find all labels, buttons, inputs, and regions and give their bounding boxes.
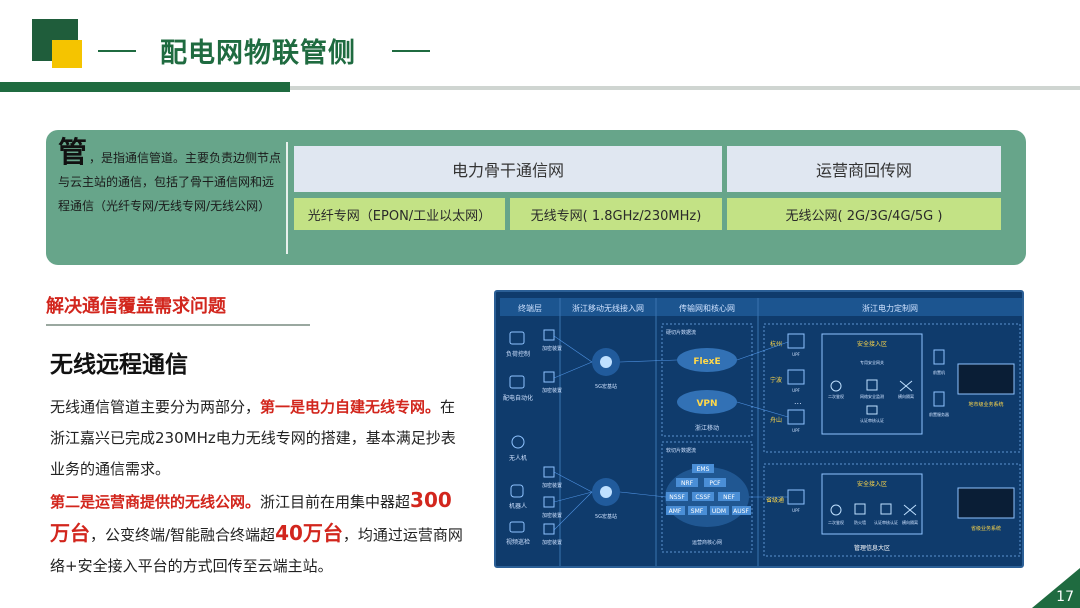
encryption-device: 加密装置: [542, 329, 562, 352]
svg-text:横向隔离: 横向隔离: [898, 393, 914, 399]
biz-system-1: 地市级业务系统: [968, 401, 1003, 408]
secure-zone-label-2: 安全接入区: [857, 480, 887, 488]
base-station-label: 5G宏基站: [595, 513, 617, 520]
diagram-col-core: 传输网和核心网: [679, 303, 735, 313]
p1-text-a: 无线通信管道主要分为两部分，: [50, 398, 261, 416]
vpn-label: VPN: [696, 399, 717, 409]
terminal-label: 机器人: [509, 502, 527, 510]
header-backbone-network: 电力骨干通信网: [294, 146, 722, 192]
p2-text-b: ，公变终端/智能融合终端超: [90, 526, 276, 544]
svg-text:横向隔离: 横向隔离: [902, 519, 918, 525]
svg-text:加密装置: 加密装置: [542, 539, 562, 546]
base-station-icon: 5G宏基站: [592, 348, 620, 390]
svg-text:加密装置: 加密装置: [542, 387, 562, 394]
zj-mobile-label: 浙江移动: [695, 424, 719, 432]
terminal-label: 配电自动化: [503, 394, 533, 402]
header-bar-green: [0, 82, 290, 92]
p2-number-2: 40万台: [275, 521, 343, 545]
terminal-video-inspection: 视频巡检: [506, 521, 530, 546]
nf-udm: UDM: [712, 508, 726, 515]
provincial-business-system-screen: [957, 487, 1015, 519]
pipe-description-text: ，是指通信管道。主要负责边侧节点与云主站的通信，包括了骨干通信网和远程通信（光纤…: [58, 151, 282, 213]
upf-label: UPF: [792, 352, 800, 357]
pipe-description: 管，是指通信管道。主要负责边侧节点与云主站的通信，包括了骨干通信网和远程通信（光…: [58, 138, 283, 218]
svg-text:加密装置: 加密装置: [542, 482, 562, 489]
city-ellipsis: ...: [794, 397, 802, 406]
terminal-robot: 机器人: [509, 484, 527, 510]
svg-text:认证审核认证: 认证审核认证: [860, 417, 884, 423]
diagram-col-terminal: 终端层: [518, 303, 542, 313]
nf-ems: EMS: [697, 466, 710, 473]
terminal-label: 负荷控制: [506, 350, 530, 358]
nf-cssf: CSSF: [695, 494, 711, 501]
page-number: 17: [1056, 589, 1074, 605]
section-body: 无线通信管道主要分为两部分，第一是电力自建无线专网。在浙江嘉兴已完成230MHz…: [50, 392, 470, 582]
nf-smf: SMF: [691, 508, 704, 515]
svg-text:防火墙: 防火墙: [854, 519, 866, 525]
core-caption: 运营商核心网: [692, 539, 722, 546]
nf-nssf: NSSF: [669, 494, 685, 501]
city-business-system-screen: [957, 363, 1015, 395]
network-architecture-diagram: 终端层 浙江移动无线接入网 传输网和核心网 浙江电力定制网 负荷控制 配电自动化…: [494, 290, 1024, 568]
base-station-label: 5G宏基站: [595, 383, 617, 390]
section-underline: [46, 324, 310, 326]
panel-divider: [286, 142, 288, 254]
encryption-device: 加密装置: [542, 371, 562, 394]
header-operator-backhaul: 运营商回传网: [727, 146, 1001, 192]
city-hangzhou: 杭州: [770, 340, 782, 348]
biz-system-2: 省级业务系统: [971, 525, 1001, 532]
front-machine-label: 前置机: [933, 369, 945, 375]
flexe-label: FlexE: [693, 357, 720, 367]
city-ningbo: 宁波: [770, 376, 782, 384]
secure-zone-label: 安全接入区: [857, 340, 887, 348]
mgmt-zone-label: 管理信息大区: [854, 544, 890, 552]
nf-pcf: PCF: [709, 480, 721, 487]
encryption-device: 加密装置: [542, 466, 562, 489]
slide-title: 配电网物联管侧: [160, 38, 356, 69]
diagram-col-access: 浙江移动无线接入网: [572, 303, 644, 313]
section-subject: 无线远程通信: [50, 352, 188, 378]
title-line-left: [98, 50, 136, 52]
item-wireless-public-network: 无线公网( 2G/3G/4G/5G ): [727, 198, 1001, 230]
terminal-drone: 无人机: [509, 435, 527, 462]
nf-ausf: AUSF: [733, 508, 749, 515]
svg-text:加密装置: 加密装置: [542, 345, 562, 352]
p2-text-a: 浙江目前在用集中器超: [260, 493, 411, 511]
svg-text:认证审核认证: 认证审核认证: [874, 519, 898, 525]
core-soft-slice-label: 软切片数据流: [666, 447, 696, 454]
header-bar-gray: [290, 86, 1080, 90]
city-zhoushan: 舟山: [770, 416, 782, 424]
title-line-right: [392, 50, 430, 52]
upf-label: UPF: [792, 508, 800, 513]
core-hard-slice-label: 硬切片数据流: [666, 329, 696, 336]
encryption-device: 加密装置: [542, 496, 562, 519]
pipe-big-char: 管: [58, 135, 88, 169]
p2-highlight: 第二是运营商提供的无线公网。: [50, 493, 261, 511]
item-fiber-private-network: 光纤专网（EPON/工业以太网）: [294, 198, 505, 230]
nf-nef: NEF: [723, 494, 735, 501]
front-server-label: 前置服务器: [929, 411, 949, 417]
upf-label: UPF: [792, 428, 800, 433]
nf-nrf: NRF: [681, 480, 694, 487]
base-station-icon: 5G宏基站: [592, 478, 620, 520]
svg-text:二次鉴权: 二次鉴权: [828, 393, 844, 399]
svg-text:二次鉴权: 二次鉴权: [828, 519, 844, 525]
svg-text:网络安全监测: 网络安全监测: [860, 393, 884, 399]
section-title: 解决通信覆盖需求问题: [46, 296, 226, 317]
item-wireless-private-network: 无线专网( 1.8GHz/230MHz): [510, 198, 722, 230]
terminal-label: 无人机: [509, 454, 527, 462]
logo-block-yellow: [52, 40, 82, 68]
terminal-distribution-automation: 配电自动化: [503, 375, 533, 402]
terminal-label: 视频巡检: [506, 538, 530, 546]
upf-label: UPF: [792, 388, 800, 393]
svg-text:加密装置: 加密装置: [542, 512, 562, 519]
nf-amf: AMF: [669, 508, 682, 515]
encryption-device: 加密装置: [542, 523, 562, 546]
terminal-load-control: 负荷控制: [506, 331, 530, 358]
diagram-col-power-net: 浙江电力定制网: [862, 303, 918, 313]
svg-text:专用安全网关: 专用安全网关: [860, 359, 884, 365]
p1-highlight: 第一是电力自建无线专网。: [260, 398, 441, 416]
